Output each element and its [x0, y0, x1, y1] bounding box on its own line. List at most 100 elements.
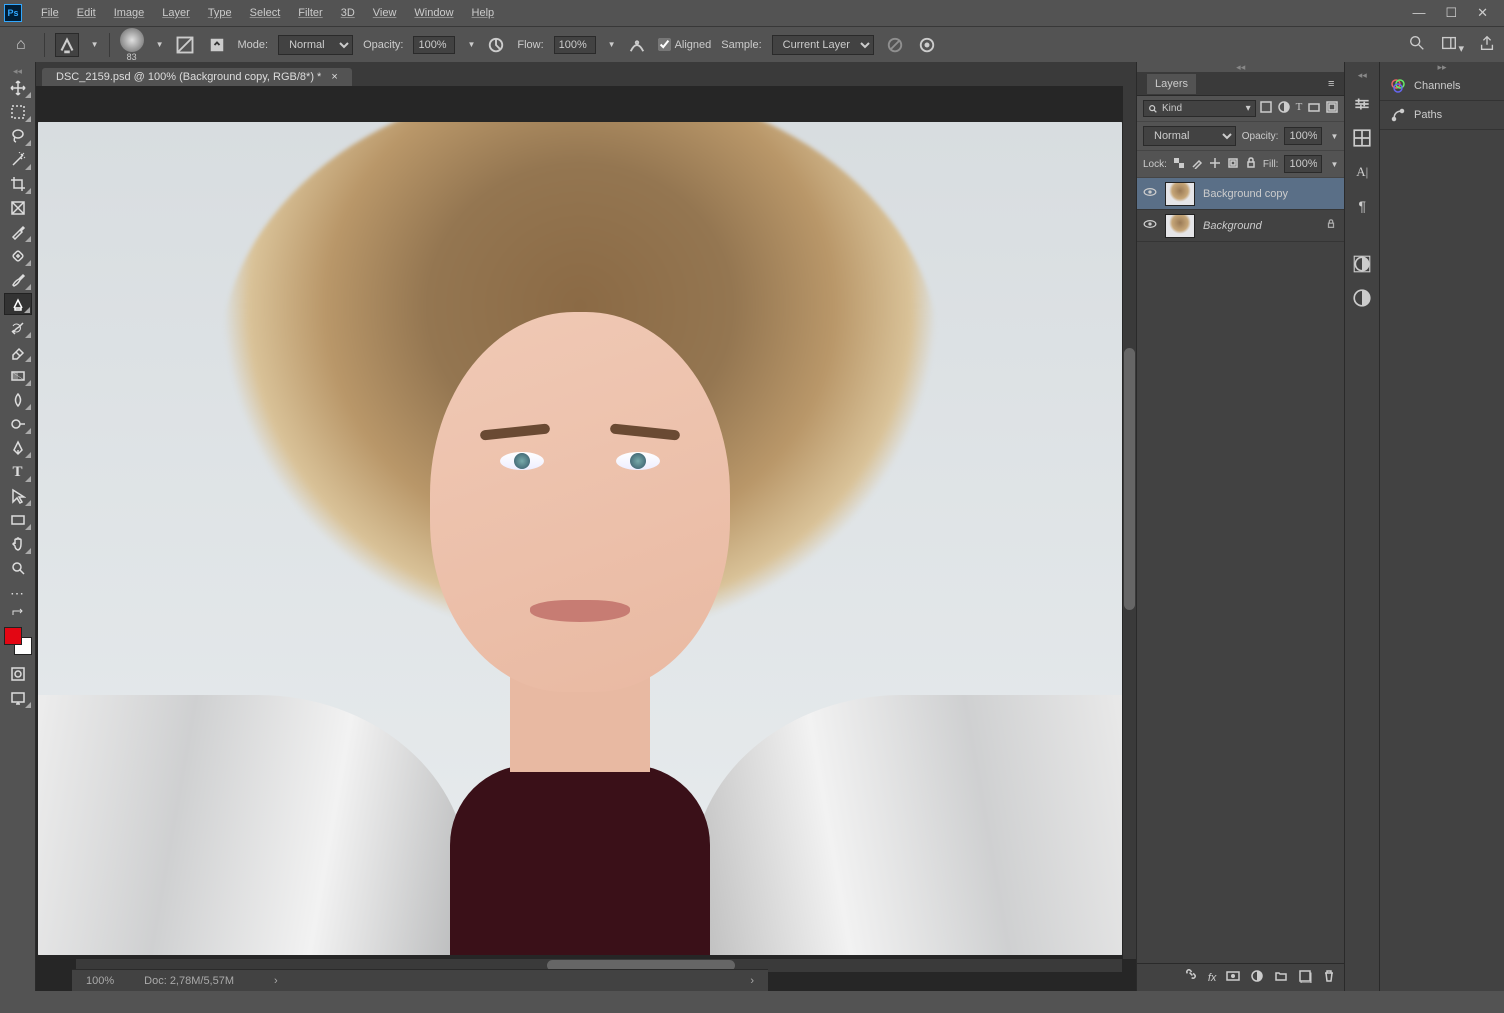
pressure-opacity-icon[interactable]: [485, 34, 507, 56]
menu-file[interactable]: File: [32, 3, 68, 23]
vertical-scrollbar[interactable]: [1123, 86, 1136, 959]
crop-tool[interactable]: [4, 173, 32, 195]
toolbox-grip[interactable]: ◂◂: [0, 66, 35, 76]
workspace-icon[interactable]: ▾: [1440, 34, 1464, 55]
history-brush-tool[interactable]: [4, 317, 32, 339]
layer-group-icon[interactable]: [1274, 969, 1288, 986]
grid-icon[interactable]: [1352, 128, 1372, 148]
zoom-display[interactable]: 100%: [86, 975, 114, 987]
healing-brush-tool[interactable]: [4, 245, 32, 267]
clone-stamp-tool[interactable]: [4, 293, 32, 315]
lock-pixels-icon[interactable]: [1191, 157, 1203, 172]
opacity-input[interactable]: [413, 36, 455, 54]
chevron-down-icon[interactable]: ▼: [467, 40, 475, 49]
panel-grip[interactable]: ◂◂: [1345, 70, 1379, 80]
new-layer-icon[interactable]: [1298, 969, 1312, 986]
foreground-color[interactable]: [4, 627, 22, 645]
menu-image[interactable]: Image: [105, 3, 154, 23]
airbrush-icon[interactable]: [626, 34, 648, 56]
menu-help[interactable]: Help: [463, 3, 504, 23]
aligned-checkbox-input[interactable]: [658, 38, 671, 51]
magic-wand-tool[interactable]: [4, 149, 32, 171]
brush-preview[interactable]: [120, 28, 144, 52]
adjustment-layer-icon[interactable]: [1250, 969, 1264, 986]
frame-tool[interactable]: [4, 197, 32, 219]
filter-adjustment-icon[interactable]: [1278, 101, 1290, 116]
eyedropper-tool[interactable]: [4, 221, 32, 243]
panel-menu-icon[interactable]: ≡: [1328, 78, 1334, 90]
search-icon[interactable]: [1408, 34, 1426, 55]
lasso-tool[interactable]: [4, 125, 32, 147]
layer-blend-select[interactable]: Normal: [1143, 126, 1236, 146]
layer-thumbnail[interactable]: [1165, 214, 1195, 238]
visibility-icon[interactable]: [1143, 187, 1157, 200]
maximize-button[interactable]: ☐: [1445, 5, 1457, 21]
aligned-checkbox[interactable]: Aligned: [658, 38, 712, 51]
document-tab[interactable]: DSC_2159.psd @ 100% (Background copy, RG…: [42, 68, 352, 86]
chevron-down-icon[interactable]: ▼: [1330, 132, 1338, 141]
lock-position-icon[interactable]: [1209, 157, 1221, 172]
properties-icon[interactable]: [1352, 94, 1372, 114]
close-icon[interactable]: ×: [331, 71, 337, 83]
delete-layer-icon[interactable]: [1322, 969, 1336, 986]
layer-item[interactable]: Background copy: [1137, 178, 1344, 210]
layer-item[interactable]: Background: [1137, 210, 1344, 242]
link-layers-icon[interactable]: [1184, 969, 1198, 986]
lock-all-icon[interactable]: [1245, 157, 1257, 172]
paths-panel-tab[interactable]: Paths: [1380, 101, 1504, 130]
filter-smartobj-icon[interactable]: [1326, 101, 1338, 116]
canvas[interactable]: [36, 86, 1136, 991]
layer-filter-select[interactable]: Kind ▾: [1143, 100, 1256, 117]
filter-shape-icon[interactable]: [1308, 101, 1320, 116]
type-tool[interactable]: T: [4, 461, 32, 483]
brush-panel-icon[interactable]: [174, 34, 196, 56]
flow-input[interactable]: [554, 36, 596, 54]
layer-opacity-input[interactable]: [1284, 127, 1322, 145]
move-tool[interactable]: [4, 77, 32, 99]
character-icon[interactable]: A|: [1352, 162, 1372, 182]
adjustments-icon[interactable]: [1352, 254, 1372, 274]
zoom-tool[interactable]: [4, 557, 32, 579]
layer-fx-icon[interactable]: fx: [1208, 972, 1217, 984]
lock-transparency-icon[interactable]: [1173, 157, 1185, 172]
edit-toolbar-button[interactable]: ⋯: [4, 582, 32, 604]
color-swatch[interactable]: [4, 627, 32, 655]
home-icon[interactable]: ⌂: [8, 34, 34, 56]
layer-name[interactable]: Background: [1203, 220, 1318, 232]
bw-icon[interactable]: [1352, 288, 1372, 308]
pressure-size-icon[interactable]: [916, 34, 938, 56]
pen-tool[interactable]: [4, 437, 32, 459]
lock-artboard-icon[interactable]: [1227, 157, 1239, 172]
layer-thumbnail[interactable]: [1165, 182, 1195, 206]
menu-view[interactable]: View: [364, 3, 406, 23]
brush-tool[interactable]: [4, 269, 32, 291]
quickmask-tool[interactable]: [4, 663, 32, 685]
blur-tool[interactable]: [4, 389, 32, 411]
filter-pixel-icon[interactable]: [1260, 101, 1272, 116]
minimize-button[interactable]: —: [1412, 5, 1425, 21]
filter-type-icon[interactable]: T: [1296, 101, 1303, 116]
menu-edit[interactable]: Edit: [68, 3, 105, 23]
menu-3d[interactable]: 3D: [332, 3, 364, 23]
menu-layer[interactable]: Layer: [153, 3, 199, 23]
channels-panel-tab[interactable]: Channels: [1380, 72, 1504, 101]
chevron-right-icon[interactable]: ›: [274, 975, 278, 987]
chevron-down-icon[interactable]: ▼: [608, 40, 616, 49]
rectangle-tool[interactable]: [4, 509, 32, 531]
chevron-right-icon[interactable]: ›: [750, 975, 754, 987]
close-button[interactable]: ✕: [1477, 5, 1488, 21]
blend-mode-select[interactable]: Normal: [278, 35, 353, 55]
chevron-down-icon[interactable]: ▼: [1330, 160, 1338, 169]
layer-mask-icon[interactable]: [1226, 969, 1240, 986]
clone-source-icon[interactable]: [206, 34, 228, 56]
paragraph-icon[interactable]: ¶: [1352, 196, 1372, 216]
layer-name[interactable]: Background copy: [1203, 188, 1338, 200]
panel-grip[interactable]: ◂◂: [1137, 62, 1344, 72]
ignore-adjustment-icon[interactable]: [884, 34, 906, 56]
swap-colors-icon[interactable]: [4, 606, 32, 620]
marquee-tool[interactable]: [4, 101, 32, 123]
dodge-tool[interactable]: [4, 413, 32, 435]
gradient-tool[interactable]: [4, 365, 32, 387]
layers-tab[interactable]: Layers: [1147, 74, 1196, 94]
menu-filter[interactable]: Filter: [289, 3, 331, 23]
